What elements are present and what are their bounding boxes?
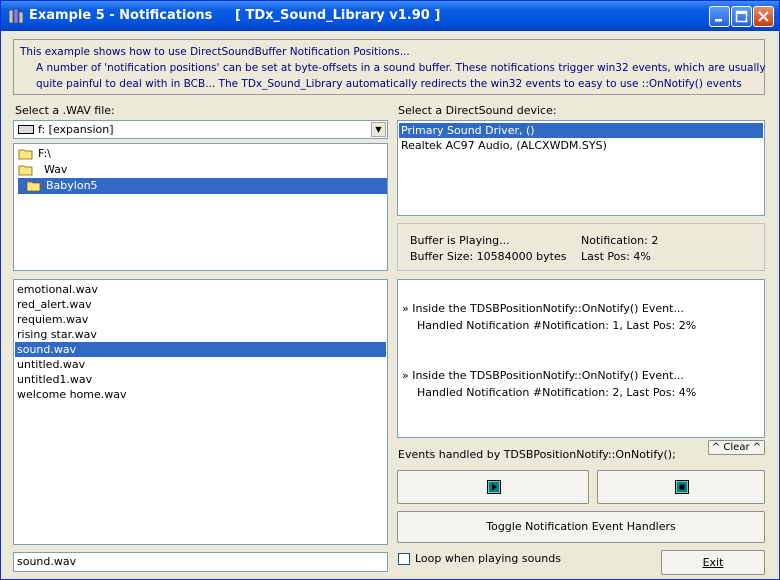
log-line: Handled Notification #Notification: 2, L… <box>417 386 697 399</box>
minimize-button[interactable] <box>709 6 730 27</box>
toggle-handlers-button[interactable]: Toggle Notification Event Handlers <box>397 511 765 543</box>
device-item-selected[interactable]: Primary Sound Driver, () <box>399 123 763 138</box>
log-line: Handled Notification #Notification: 1, L… <box>417 319 697 332</box>
loop-label: Loop when playing sounds <box>415 552 561 565</box>
drive-combobox[interactable]: f: [expansion] ▼ <box>13 120 388 139</box>
log-line: » Inside the TDSBPositionNotify::OnNotif… <box>402 369 684 382</box>
buffer-size: Buffer Size: 10584000 bytes <box>410 250 567 263</box>
drive-icon <box>18 125 34 134</box>
device-label: Select a DirectSound device: <box>398 104 557 117</box>
list-item[interactable]: untitled1.wav <box>15 372 386 387</box>
file-list[interactable]: emotional.wav red_alert.wav requiem.wav … <box>13 279 388 545</box>
maximize-button[interactable] <box>731 6 752 27</box>
intro-line-3: quite painful to deal with in BCB... The… <box>36 78 742 90</box>
dropdown-arrow-icon[interactable]: ▼ <box>371 122 386 137</box>
playing-status: Buffer is Playing... <box>410 234 510 247</box>
window-title: Example 5 - Notifications [ TDx_Sound_Li… <box>29 8 441 23</box>
minimize-icon <box>715 19 722 22</box>
main-window: Example 5 - Notifications [ TDx_Sound_Li… <box>0 0 780 580</box>
last-pos: Last Pos: 4% <box>581 250 651 263</box>
list-item[interactable]: rising star.wav <box>15 327 386 342</box>
notification-count: Notification: 2 <box>581 234 659 247</box>
device-item[interactable]: Realtek AC97 Audio, (ALCXWDM.SYS) <box>399 138 763 153</box>
status-panel: Buffer is Playing... Buffer Size: 105840… <box>397 223 765 271</box>
folder-item-babylon5[interactable]: Babylon5 <box>18 178 387 194</box>
list-item[interactable]: requiem.wav <box>15 312 386 327</box>
title-bar[interactable]: Example 5 - Notifications [ TDx_Sound_Li… <box>1 1 779 31</box>
intro-line-1: This example shows how to use DirectSoun… <box>20 46 410 58</box>
intro-line-2: A number of 'notification positions' can… <box>36 62 766 74</box>
maximize-icon <box>735 10 748 23</box>
play-button[interactable] <box>397 470 589 504</box>
close-button[interactable] <box>753 6 774 27</box>
list-item[interactable]: untitled.wav <box>15 357 386 372</box>
intro-panel: This example shows how to use DirectSoun… <box>13 39 766 95</box>
loop-checkbox[interactable] <box>398 553 410 565</box>
close-icon <box>758 11 769 22</box>
filename-field[interactable]: sound.wav <box>13 552 388 572</box>
play-icon <box>487 480 501 494</box>
folder-tree[interactable]: F:\ Wav Babylon5 <box>13 143 388 271</box>
open-folder-icon <box>18 149 33 160</box>
list-item[interactable]: welcome home.wav <box>15 387 386 402</box>
stop-icon <box>675 480 689 494</box>
drive-value: f: [expansion] <box>38 123 114 136</box>
device-list[interactable]: Primary Sound Driver, () Realtek AC97 Au… <box>397 120 765 216</box>
clear-button[interactable]: ^ Clear ^ <box>708 440 765 455</box>
list-item[interactable]: red_alert.wav <box>15 297 386 312</box>
list-item[interactable]: emotional.wav <box>15 282 386 297</box>
list-item-selected[interactable]: sound.wav <box>15 342 386 357</box>
open-folder-icon <box>18 165 33 176</box>
open-folder-icon <box>26 181 41 192</box>
wav-file-label: Select a .WAV file: <box>15 104 115 117</box>
event-log[interactable]: » Inside the TDSBPositionNotify::OnNotif… <box>397 279 765 438</box>
stop-button[interactable] <box>597 470 765 504</box>
log-line: » Inside the TDSBPositionNotify::OnNotif… <box>402 302 684 315</box>
exit-button[interactable]: Exit <box>661 550 765 575</box>
events-caption: Events handled by TDSBPositionNotify::On… <box>398 448 676 461</box>
app-icon <box>8 8 24 24</box>
